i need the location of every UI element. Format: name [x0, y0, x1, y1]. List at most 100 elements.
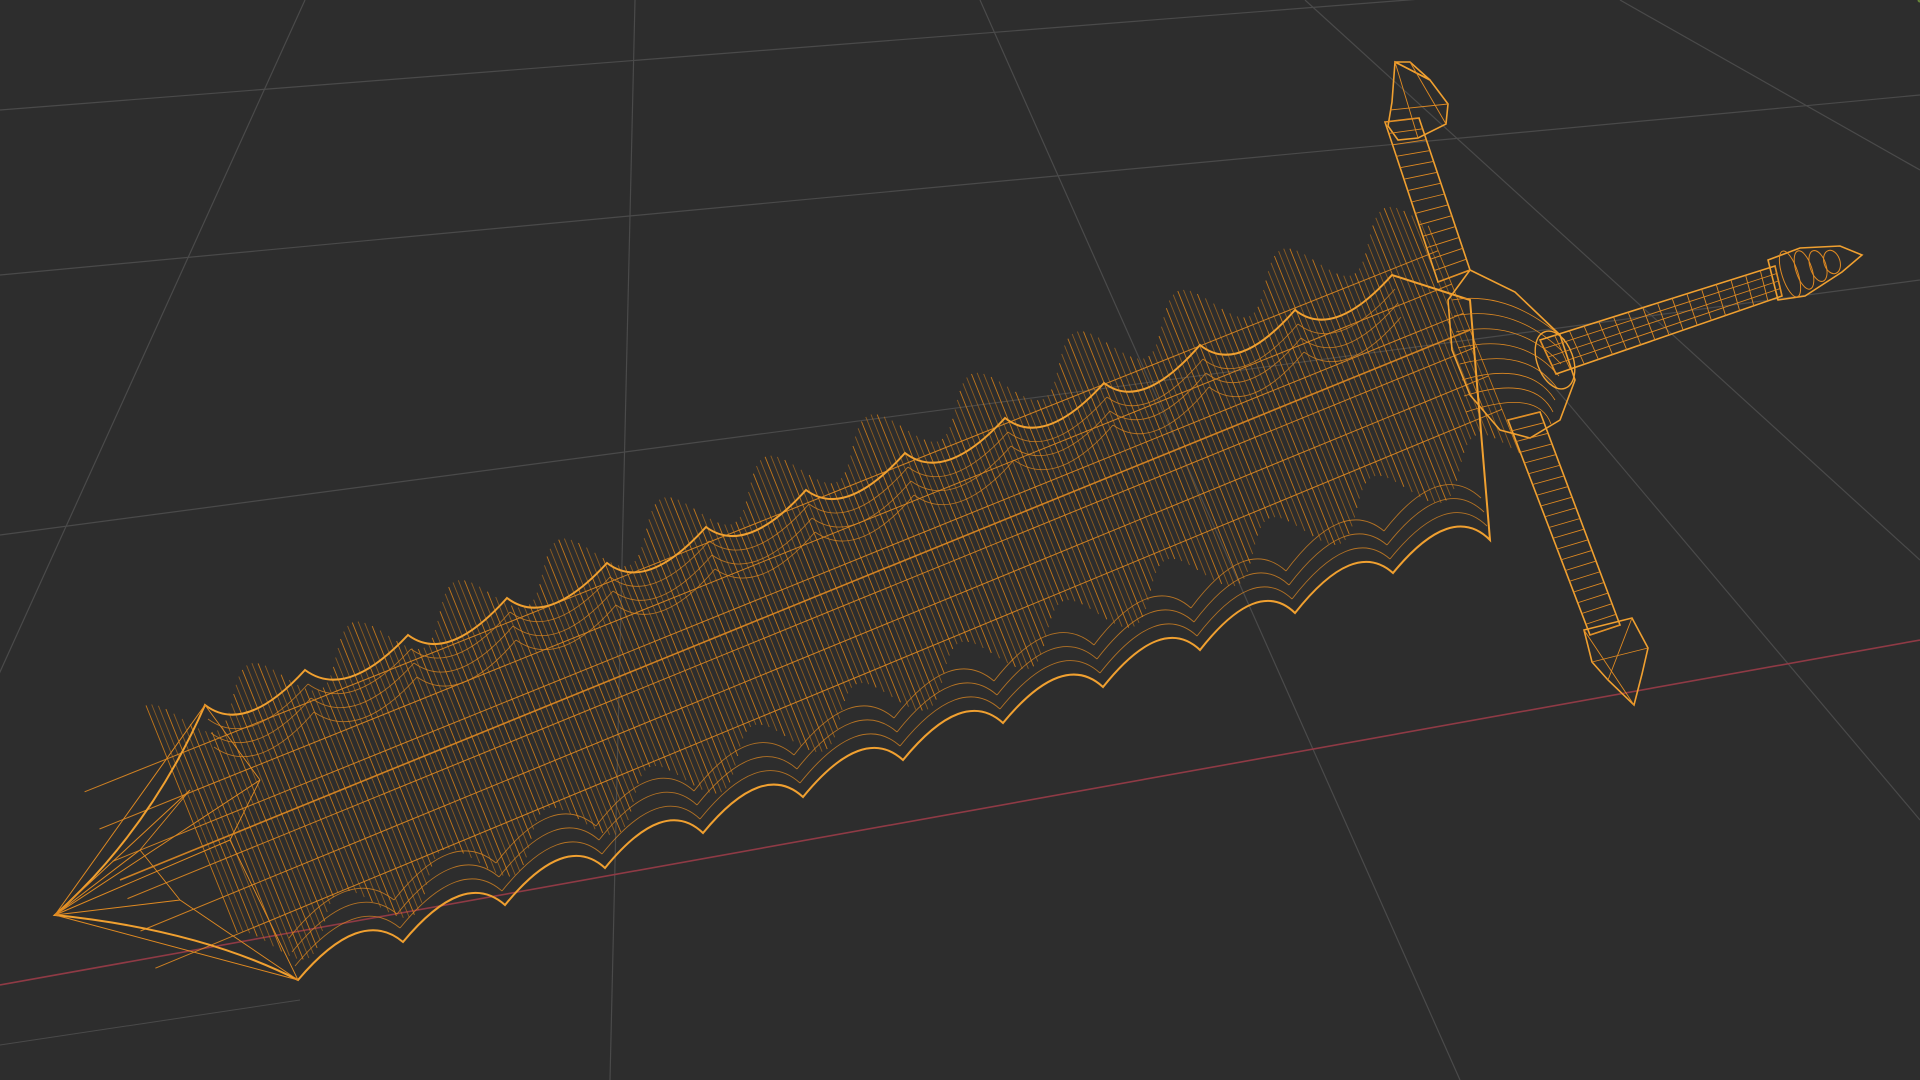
- blade-arc-line: [595, 777, 695, 827]
- blade-rib-line: [742, 509, 836, 738]
- blade-rib-line: [1071, 333, 1164, 562]
- blade-rib-line: [602, 557, 695, 786]
- crossguard-ring: [1407, 182, 1441, 192]
- blade-longitudinal-line: [84, 250, 1439, 793]
- blade-rib-line: [495, 596, 588, 825]
- blade-rib-line: [865, 416, 958, 645]
- blade-rib-line: [654, 504, 747, 732]
- blade-rib-line: [541, 574, 634, 803]
- blade-rib-line: [646, 528, 739, 757]
- blade-rib-line: [1336, 273, 1429, 502]
- blade-tip-edge: [54, 789, 191, 916]
- blade-rib-line: [503, 601, 596, 830]
- blade-rib-line: [529, 604, 622, 833]
- blade-rib-line: [371, 625, 464, 854]
- 3d-viewport[interactable]: [0, 0, 1920, 1080]
- blade-rib-line: [1389, 206, 1482, 435]
- blade-rib-line: [1304, 254, 1397, 483]
- blade-rib-line: [523, 607, 617, 835]
- floor-grid: [0, 0, 1920, 1080]
- blade-rib-line: [1221, 308, 1314, 537]
- pommel-ring: [1793, 250, 1815, 290]
- blade-rib-line: [272, 669, 365, 898]
- blade-rib-line: [478, 586, 572, 815]
- blade-rib-line: [434, 629, 527, 858]
- sword-handle[interactable]: [1528, 245, 1864, 394]
- blade-rib-line: [709, 518, 802, 747]
- grid-line-depth: [609, 0, 636, 1080]
- blade-rib-line: [752, 473, 846, 702]
- blade-longitudinal-line: [119, 329, 1471, 881]
- blade-rib-line: [411, 648, 504, 876]
- blade-rib-line: [1328, 269, 1421, 498]
- blade-arc-line: [498, 827, 600, 878]
- blade-rib-line: [651, 510, 744, 739]
- pommel-ring: [1808, 250, 1828, 282]
- blade-rib-line: [643, 538, 736, 766]
- blade-arc-line: [696, 756, 798, 806]
- blade-arc-line: [693, 742, 795, 792]
- blade-rib-line: [1375, 217, 1468, 446]
- blade-arc-line: [993, 632, 1095, 682]
- crossguard-ring: [1396, 150, 1431, 157]
- blade-rib-line: [396, 640, 489, 869]
- crossguard-ring: [1403, 171, 1438, 180]
- blade-arc-line: [1288, 533, 1388, 586]
- crossguard-ring: [1577, 592, 1609, 604]
- blade-rib-line: [364, 622, 457, 851]
- blade-rib-line: [317, 689, 410, 918]
- blade-rib-line: [452, 582, 545, 811]
- blade-rib-line: [1036, 400, 1130, 628]
- blade-rib-line: [983, 373, 1076, 602]
- crossguard-ring: [1434, 258, 1467, 271]
- grip-ring-lines: [1534, 249, 1841, 390]
- blade-rib-line: [1172, 294, 1265, 523]
- blade-rib-line: [629, 564, 722, 793]
- crossguard-ring: [1520, 443, 1553, 453]
- blade-rib-line: [553, 542, 646, 771]
- crossguard-ring: [1561, 550, 1593, 561]
- blade-rib-line: [157, 705, 251, 934]
- crossguard-ring: [1565, 560, 1597, 571]
- sword-wireframe[interactable]: [52, 60, 1864, 982]
- crossguard-ring: [1589, 624, 1621, 636]
- crossguard-ring: [1569, 571, 1601, 582]
- blade-arc-line: [910, 445, 1012, 492]
- blade-arc-line: [1386, 498, 1485, 546]
- blade-rib-line: [536, 592, 629, 821]
- blade-rib-line: [1129, 356, 1223, 585]
- blade-arc-line: [799, 733, 901, 784]
- blade-rib-line: [337, 647, 430, 876]
- blade-rib-line: [745, 501, 838, 729]
- blade-rib-line: [510, 605, 604, 834]
- blade-rib-line: [830, 483, 923, 711]
- blade-rib-line: [770, 455, 863, 684]
- blade-rib-line: [230, 703, 324, 932]
- sword-crossguard[interactable]: [1383, 60, 1649, 707]
- blade-rib-line: [952, 418, 1045, 647]
- blade-rib-line: [225, 720, 318, 949]
- blade-arc-line: [714, 531, 816, 579]
- blade-rib-line: [641, 547, 734, 775]
- blade-rib-line: [1354, 273, 1447, 501]
- blade-rib-line: [1189, 290, 1282, 519]
- crossguard-ring-lines: [1384, 61, 1649, 706]
- blade-rib-line: [1312, 259, 1405, 487]
- blade-rib-line: [883, 416, 976, 645]
- blade-arc-line: [1099, 623, 1198, 674]
- blade-rib-line: [457, 580, 551, 808]
- blade-rib-line: [854, 436, 948, 665]
- blade-rib-line: [1267, 271, 1360, 499]
- blade-rib-line: [756, 465, 849, 694]
- blade-rib-line: [1058, 363, 1152, 591]
- sword-blade[interactable]: [52, 206, 1520, 982]
- grid-line-depth: [1539, 369, 1920, 821]
- blade-rib-line: [824, 482, 917, 710]
- grid-line-depth: [1304, 0, 1920, 561]
- blade-rib-line: [962, 383, 1055, 611]
- crossguard-ring: [1573, 581, 1605, 593]
- blade-rib-line: [586, 547, 679, 776]
- viewport-canvas[interactable]: [0, 0, 1920, 1080]
- blade-rib-line: [1177, 290, 1270, 519]
- blade-rib-line: [759, 460, 853, 688]
